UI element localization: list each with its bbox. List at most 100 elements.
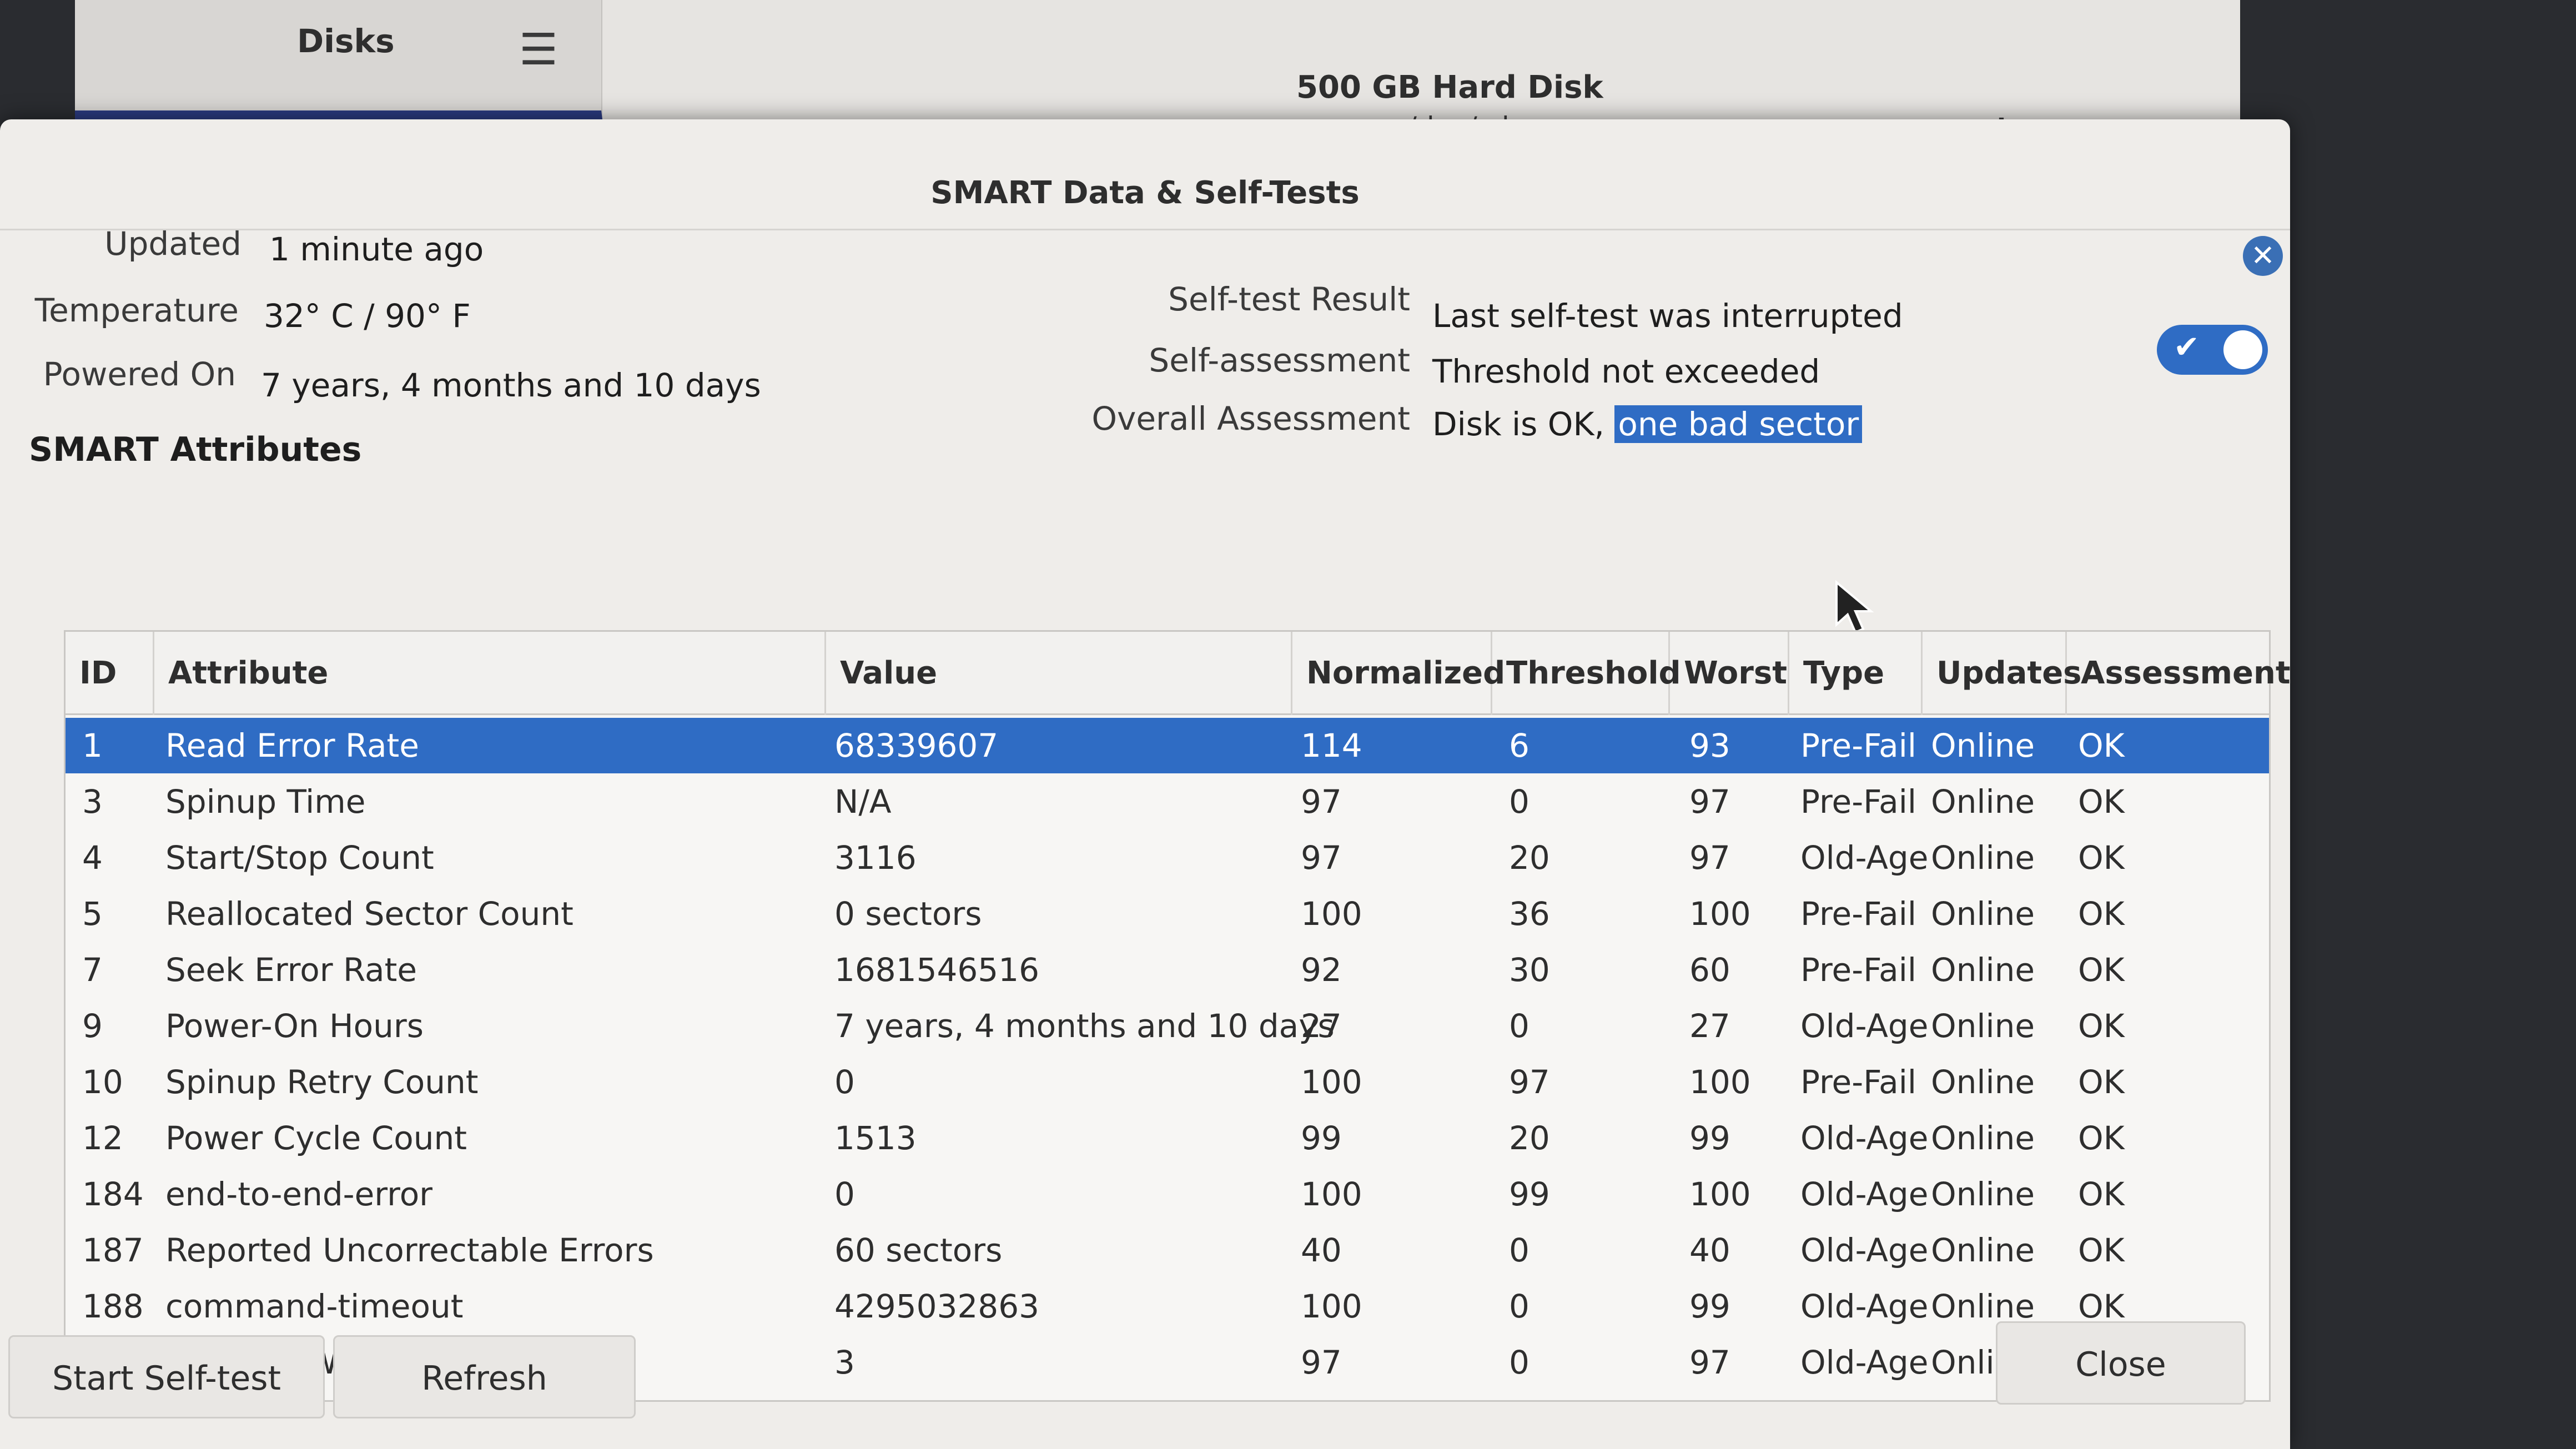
cell-type: Old-Age — [1800, 1231, 1929, 1269]
column-header-updates[interactable]: Updates — [1923, 632, 2082, 715]
cell-worst: 93 — [1689, 727, 1730, 764]
powered-on-value: 7 years, 4 months and 10 days — [261, 366, 761, 404]
table-row[interactable]: 12 Power Cycle Count 1513 99 20 99 Old-Age Onli… — [66, 1110, 2269, 1166]
table-row[interactable]: 1 Read Error Rate 68339607 114 6 93 Pre-Fail On… — [66, 718, 2269, 773]
cell-attribute: Start/Stop Count — [165, 839, 434, 877]
powered-on-label: Powered On — [43, 355, 236, 393]
cell-value: 0 — [834, 1063, 855, 1101]
smart-attributes-table: ID Attribute Value Normalized Threshold … — [64, 630, 2291, 1402]
dialog-titlebar: SMART Data & Self-Tests — [0, 119, 2290, 230]
cell-attribute: Spinup Retry Count — [165, 1063, 479, 1101]
table-row[interactable]: 187 Reported Uncorrectable Errors 60 secto… — [66, 1222, 2269, 1278]
cell-value: 7 years, 4 months and 10 days — [834, 1007, 1335, 1045]
updated-value: 1 minute ago — [269, 230, 484, 268]
cell-id: 7 — [82, 951, 103, 989]
table-row[interactable]: 3 Spinup Time N/A 97 0 97 Pre-Fail Online OK — [66, 774, 2269, 829]
cell-type: Old-Age — [1800, 1175, 1929, 1213]
cell-assessment: OK — [2078, 895, 2125, 933]
cell-id: 4 — [82, 839, 103, 877]
temperature-label: Temperature — [34, 291, 239, 329]
dialog-title: SMART Data & Self-Tests — [930, 175, 1360, 211]
table-header: ID Attribute Value Normalized Threshold … — [66, 632, 2291, 715]
mouse-pointer-icon — [1835, 580, 1874, 634]
overall-assessment-highlight[interactable]: one bad sector — [1614, 405, 1863, 443]
column-header-value[interactable]: Value — [826, 632, 1292, 715]
cell-updates: Online — [1931, 1231, 2035, 1269]
cell-assessment: OK — [2078, 1175, 2125, 1213]
cell-value: 60 sectors — [834, 1231, 1003, 1269]
cell-attribute: Power Cycle Count — [165, 1119, 467, 1157]
cell-type: Pre-Fail — [1800, 727, 1916, 764]
cell-normalized: 100 — [1301, 895, 1362, 933]
cell-worst: 99 — [1689, 1287, 1730, 1325]
cell-worst: 97 — [1689, 783, 1730, 821]
temperature-value: 32° C / 90° F — [264, 297, 471, 335]
table-row[interactable]: 184 end-to-end-error 0 100 99 100 Old-Age Onlin… — [66, 1166, 2269, 1222]
cell-attribute: command-timeout — [165, 1287, 464, 1325]
hamburger-menu-icon[interactable]: ☰ — [514, 25, 564, 75]
updated-label: Updated — [104, 225, 242, 263]
table-row[interactable]: 7 Seek Error Rate 1681546516 92 30 60 Pre-Fail… — [66, 942, 2269, 998]
cell-threshold: 0 — [1509, 1007, 1530, 1045]
cell-updates: Online — [1931, 1007, 2035, 1045]
cell-worst: 99 — [1689, 1119, 1730, 1157]
cell-id: 184 — [82, 1175, 144, 1213]
cell-id: 1 — [82, 727, 103, 764]
table-row[interactable]: 4 Start/Stop Count 3116 97 20 97 Old-Age Online… — [66, 830, 2269, 886]
cell-worst: 100 — [1689, 1063, 1751, 1101]
cell-value: 1681546516 — [834, 951, 1040, 989]
cell-threshold: 97 — [1509, 1063, 1550, 1101]
cell-assessment: OK — [2078, 783, 2125, 821]
cell-worst: 40 — [1689, 1231, 1730, 1269]
toggle-knob — [2223, 330, 2262, 369]
table-row[interactable]: 5 Reallocated Sector Count 0 sectors 100 36 1… — [66, 886, 2269, 942]
cell-assessment: OK — [2078, 951, 2125, 989]
checkmark-icon: ✔ — [2174, 329, 2200, 365]
cell-value: 4295032863 — [834, 1287, 1040, 1325]
column-header-id[interactable]: ID — [66, 632, 154, 715]
cell-value: 0 — [834, 1175, 855, 1213]
cell-updates: Online — [1931, 839, 2035, 877]
dialog-close-icon[interactable]: ✕ — [2243, 236, 2283, 276]
column-header-normalized[interactable]: Normalized — [1292, 632, 1505, 715]
cell-worst: 60 — [1689, 951, 1730, 989]
cell-threshold: 6 — [1509, 727, 1530, 764]
table-row[interactable]: 10 Spinup Retry Count 0 100 97 100 Pre-Fail Onl… — [66, 1054, 2269, 1110]
column-header-assessment[interactable]: Assessment — [2067, 632, 2291, 715]
cell-type: Pre-Fail — [1800, 951, 1916, 989]
column-header-type[interactable]: Type — [1789, 632, 1923, 715]
self-assessment-value: Threshold not exceeded — [1432, 353, 1820, 390]
refresh-button[interactable]: Refresh — [333, 1335, 636, 1418]
cell-updates: Online — [1931, 727, 2035, 764]
column-header-attribute[interactable]: Attribute — [154, 632, 826, 715]
cell-assessment: OK — [2078, 1007, 2125, 1045]
cell-normalized: 100 — [1301, 1287, 1362, 1325]
cell-attribute: Reported Uncorrectable Errors — [165, 1231, 654, 1269]
cell-value: 68339607 — [834, 727, 999, 764]
cell-id: 187 — [82, 1231, 144, 1269]
cell-normalized: 97 — [1301, 783, 1342, 821]
cell-worst: 100 — [1689, 895, 1751, 933]
cell-attribute: Power-On Hours — [165, 1007, 424, 1045]
table-row[interactable]: 9 Power-On Hours 7 years, 4 months and 10 … — [66, 998, 2269, 1054]
cell-id: 188 — [82, 1287, 144, 1325]
cell-type: Old-Age — [1800, 1119, 1929, 1157]
cell-threshold: 0 — [1509, 1287, 1530, 1325]
cell-id: 3 — [82, 783, 103, 821]
smart-dialog: SMART Data & Self-Tests ✕ Updated 1 minu… — [0, 119, 2291, 1449]
column-header-threshold[interactable]: Threshold — [1492, 632, 1681, 715]
cell-normalized: 99 — [1301, 1119, 1342, 1157]
overall-assessment-value: Disk is OK, one bad sector — [1432, 405, 1863, 443]
cell-attribute: Read Error Rate — [165, 727, 419, 764]
cell-value: N/A — [834, 783, 892, 821]
cell-threshold: 20 — [1509, 1119, 1550, 1157]
smart-enable-toggle[interactable]: ✔ — [2157, 325, 2268, 375]
start-self-test-button[interactable]: Start Self-test — [8, 1335, 325, 1418]
cell-assessment: OK — [2078, 839, 2125, 877]
column-header-worst[interactable]: Worst — [1670, 632, 1789, 715]
cell-type: Pre-Fail — [1800, 783, 1916, 821]
close-button[interactable]: Close — [1996, 1321, 2246, 1405]
cell-threshold: 0 — [1509, 783, 1530, 821]
disks-sidebar-header: Disks ☰ — [75, 0, 602, 119]
table-row[interactable]: 188 command-timeout 4295032863 100 0 99 Old-Ag… — [66, 1279, 2269, 1334]
